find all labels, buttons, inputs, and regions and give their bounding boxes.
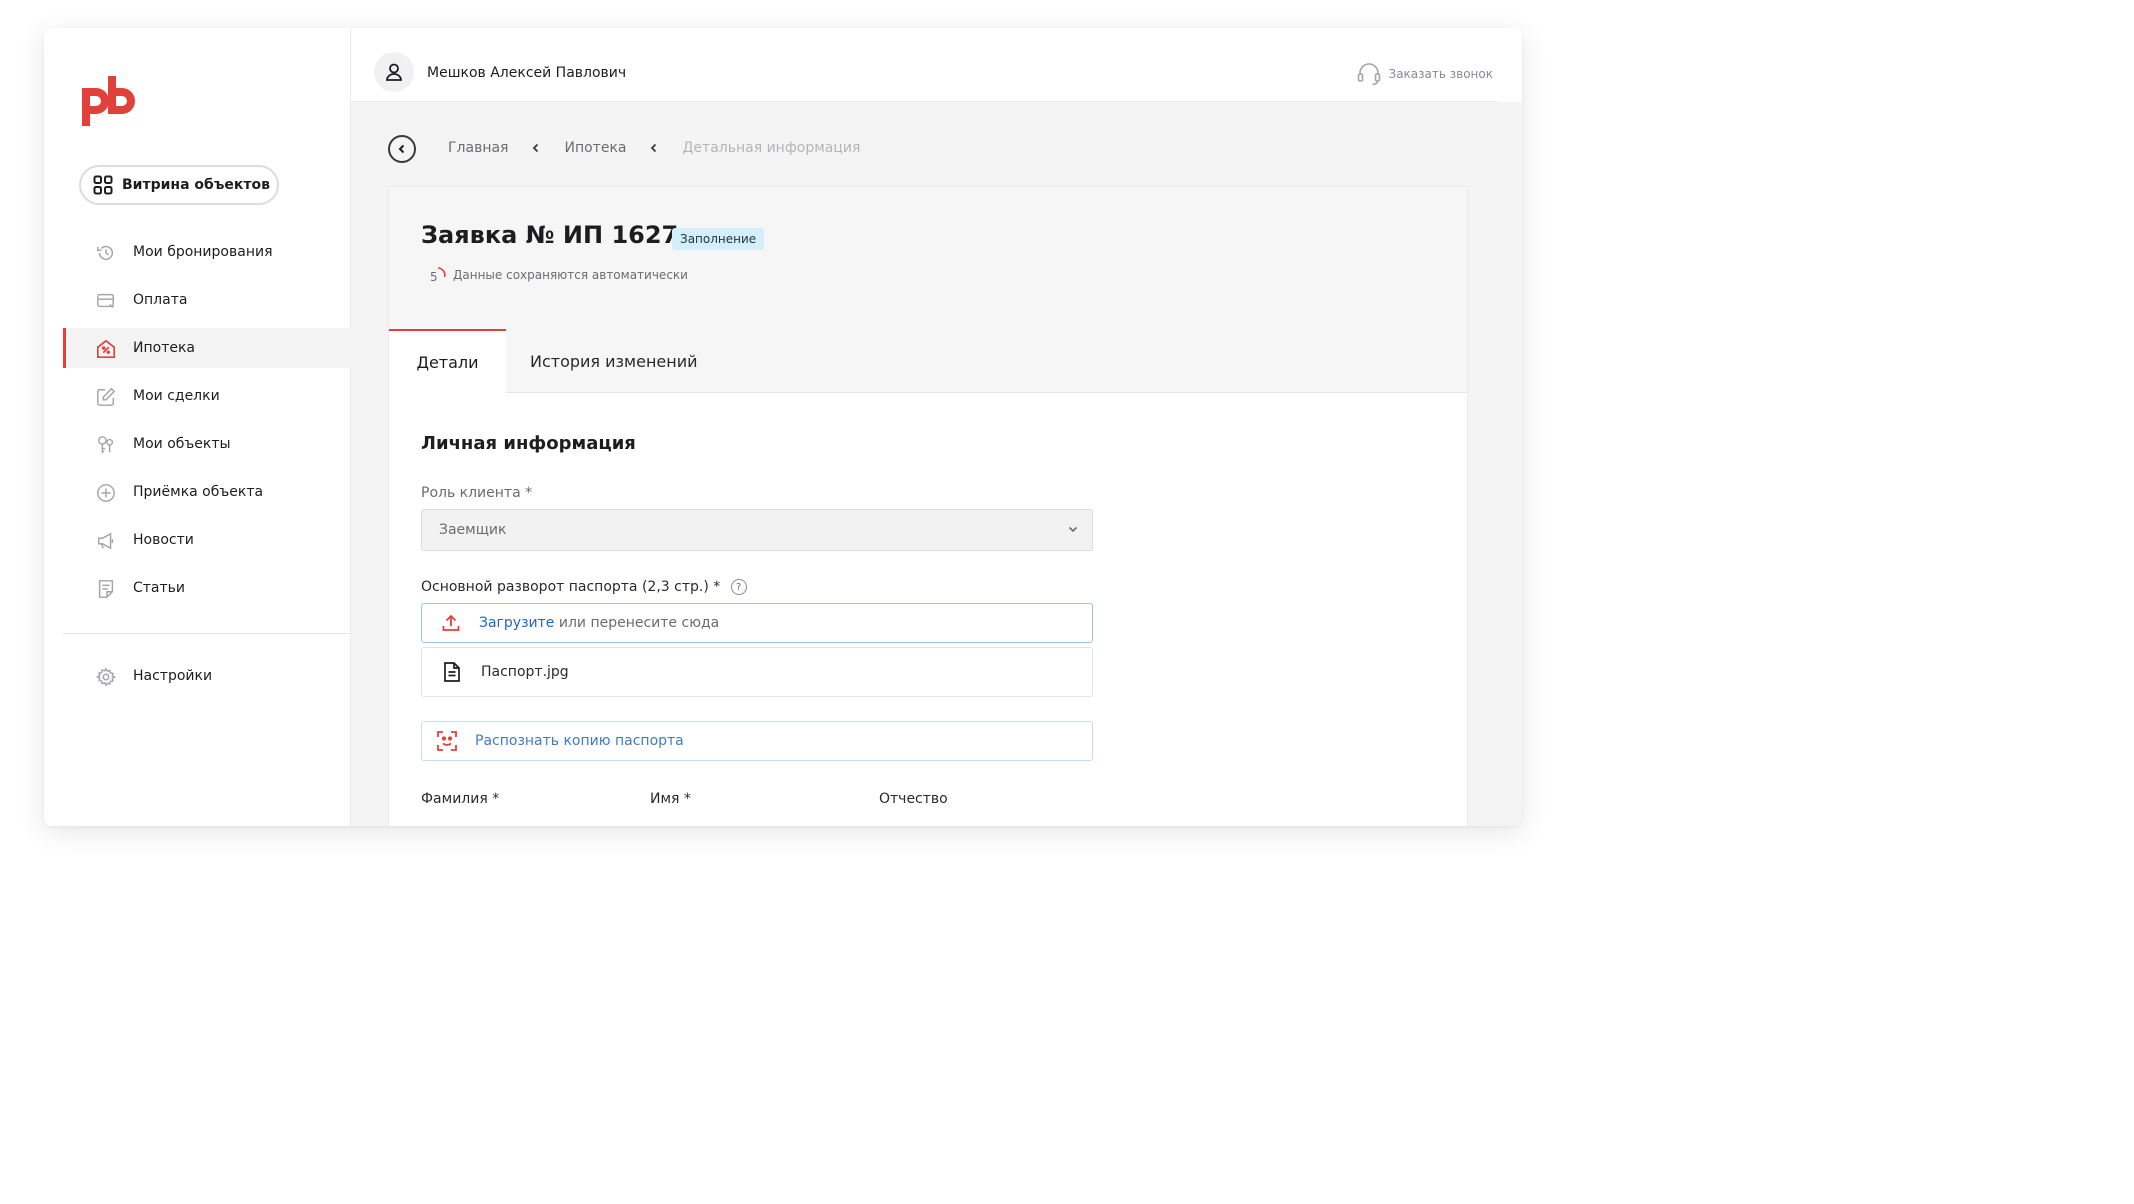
sidebar-item-label: Оплата	[133, 292, 188, 308]
patronymic-label: Отчество	[879, 791, 948, 807]
edit-icon	[96, 386, 116, 406]
sidebar-divider	[63, 633, 351, 634]
brand-logo[interactable]	[78, 74, 138, 128]
breadcrumb-home[interactable]: Главная	[448, 140, 508, 156]
firstname-label: Имя *	[650, 791, 691, 807]
headset-icon	[1356, 61, 1382, 87]
request-callback-label: Заказать звонок	[1388, 67, 1494, 81]
back-button[interactable]	[388, 135, 416, 163]
section-title: Личная информация	[421, 433, 636, 454]
tab-bar: Детали История изменений	[389, 329, 1467, 394]
showcase-button[interactable]: Витрина объектов	[79, 165, 279, 205]
surname-label: Фамилия *	[421, 791, 500, 807]
sidebar-item-bookings[interactable]: Мои бронирования	[63, 232, 351, 272]
showcase-button-label: Витрина объектов	[122, 177, 270, 193]
tab-details[interactable]: Детали	[389, 329, 506, 394]
chevron-left-icon	[524, 143, 548, 153]
recognize-passport-button[interactable]: Распознать копию паспорта	[421, 721, 1093, 761]
document-icon	[96, 578, 116, 598]
recognize-passport-label: Распознать копию паспорта	[475, 733, 684, 749]
chevron-left-icon	[398, 144, 405, 154]
status-badge: Заполнение	[672, 228, 765, 250]
page-title: Заявка № ИП 1627	[421, 221, 679, 249]
sidebar-item-settings[interactable]: Настройки	[63, 656, 351, 696]
sidebar-item-label: Приёмка объекта	[133, 484, 264, 500]
application-header: Заявка № ИП 1627 Заполнение 5 Данные сох…	[389, 187, 1467, 329]
autosave-timer-icon: 5	[429, 266, 447, 284]
gear-icon	[96, 666, 116, 687]
sidebar: Витрина объектов Мои бронирования Оплата	[44, 28, 351, 826]
file-icon	[442, 661, 462, 683]
keys-icon	[96, 434, 116, 454]
passport-label-row: Основной разворот паспорта (2,3 стр.) * …	[421, 579, 747, 595]
sidebar-item-objects[interactable]: Мои объекты	[63, 424, 351, 464]
sidebar-nav: Мои бронирования Оплата Ипотека Мои сдел…	[63, 232, 351, 616]
sidebar-item-label: Мои бронирования	[133, 244, 273, 260]
card-icon	[96, 290, 116, 310]
breadcrumb: Главная Ипотека Детальная информация	[448, 140, 860, 156]
plus-circle-icon	[96, 482, 116, 502]
tab-history[interactable]: История изменений	[530, 329, 698, 393]
file-name: Паспорт.jpg	[481, 664, 569, 680]
autosave-counter: 5	[430, 270, 438, 284]
sidebar-item-label: Мои объекты	[133, 436, 231, 452]
chevron-left-icon	[642, 143, 666, 153]
chevron-down-icon	[1067, 523, 1079, 539]
upload-hint: или перенесите сюда	[554, 615, 720, 631]
upload-icon	[441, 613, 461, 633]
application-card: Заявка № ИП 1627 Заполнение 5 Данные сох…	[388, 186, 1468, 826]
request-callback-button[interactable]: Заказать звонок	[1356, 61, 1494, 87]
passport-upload-dropzone[interactable]: Загрузите или перенесите сюда	[421, 603, 1093, 643]
grid-icon	[93, 175, 113, 195]
sidebar-item-label: Мои сделки	[133, 388, 220, 404]
sidebar-item-news[interactable]: Новости	[63, 520, 351, 560]
sidebar-item-label: Настройки	[133, 668, 213, 684]
breadcrumb-current: Детальная информация	[682, 140, 861, 156]
client-role-label: Роль клиента *	[421, 485, 533, 501]
megaphone-icon	[96, 530, 116, 550]
upload-link[interactable]: Загрузите	[479, 615, 554, 631]
passport-label: Основной разворот паспорта (2,3 стр.) *	[421, 579, 721, 595]
client-role-value: Заемщик	[439, 522, 507, 538]
sidebar-item-mortgage[interactable]: Ипотека	[63, 328, 351, 368]
details-form: Личная информация Роль клиента * Заемщик…	[389, 393, 1467, 826]
main-content: Главная Ипотека Детальная информация Зая…	[351, 102, 1522, 826]
sidebar-item-label: Статьи	[133, 580, 186, 596]
sidebar-item-acceptance[interactable]: Приёмка объекта	[63, 472, 351, 512]
app-window: Витрина объектов Мои бронирования Оплата	[44, 28, 1522, 826]
sidebar-item-deals[interactable]: Мои сделки	[63, 376, 351, 416]
sidebar-item-payment[interactable]: Оплата	[63, 280, 351, 320]
avatar[interactable]	[374, 52, 414, 92]
user-name[interactable]: Мешков Алексей Павлович	[427, 65, 626, 81]
scan-icon	[435, 729, 459, 753]
help-icon[interactable]: ?	[730, 579, 747, 595]
autosave-text: Данные сохраняются автоматически	[453, 268, 688, 282]
history-icon	[96, 242, 116, 262]
mortgage-house-icon	[96, 338, 116, 358]
user-icon	[386, 63, 402, 81]
breadcrumb-mortgage[interactable]: Ипотека	[564, 140, 626, 156]
sidebar-item-label: Новости	[133, 532, 194, 548]
sidebar-item-label: Ипотека	[133, 340, 195, 356]
client-role-select[interactable]: Заемщик	[421, 509, 1093, 551]
uploaded-file[interactable]: Паспорт.jpg	[421, 647, 1093, 697]
top-bar: Мешков Алексей Павлович Заказать звонок	[351, 28, 1498, 102]
sidebar-item-articles[interactable]: Статьи	[63, 568, 351, 608]
autosave-indicator: 5 Данные сохраняются автоматически	[429, 266, 688, 284]
